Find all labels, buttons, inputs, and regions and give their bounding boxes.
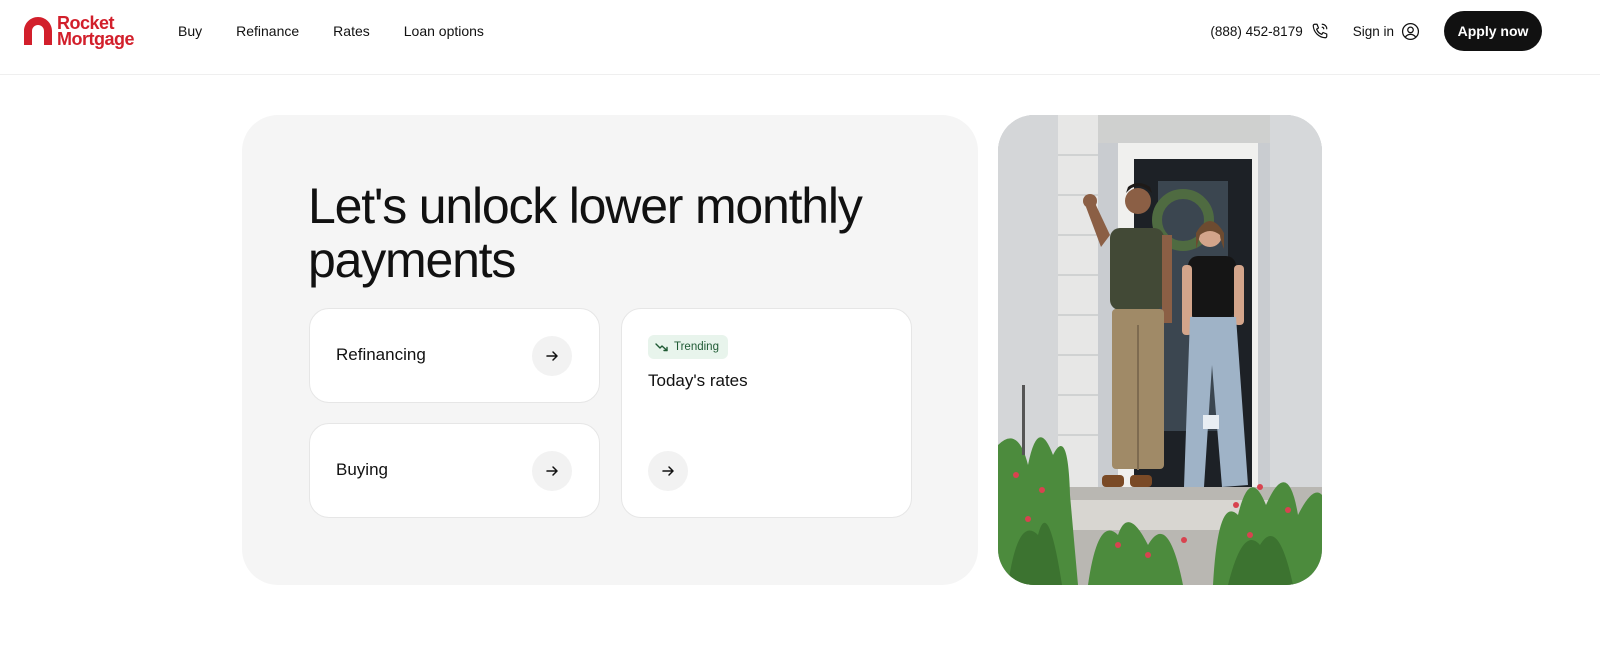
couple-at-front-door-photo bbox=[998, 115, 1322, 585]
trending-badge: Trending bbox=[648, 335, 728, 359]
sign-in-label: Sign in bbox=[1352, 23, 1394, 39]
arrow-right-icon bbox=[546, 466, 558, 476]
rocket-logo-icon bbox=[24, 17, 52, 45]
refinancing-card[interactable]: Refinancing bbox=[309, 308, 600, 403]
todays-rates-card[interactable]: Trending Today's rates bbox=[621, 308, 912, 518]
trending-down-icon bbox=[655, 343, 668, 352]
arrow-right-icon bbox=[546, 351, 558, 361]
main-nav: Buy Refinance Rates Loan options bbox=[178, 0, 518, 62]
hero-title: Let's unlock lower monthly payments bbox=[308, 178, 863, 288]
buying-arrow-button[interactable] bbox=[532, 451, 572, 491]
todays-rates-label: Today's rates bbox=[648, 371, 748, 390]
nav-item-rates[interactable]: Rates bbox=[333, 23, 370, 39]
nav-item-refinance[interactable]: Refinance bbox=[236, 23, 299, 39]
todays-rates-arrow-button[interactable] bbox=[648, 451, 688, 491]
phone-icon bbox=[1312, 23, 1328, 39]
nav-item-loan-options[interactable]: Loan options bbox=[404, 23, 484, 39]
brand-wordmark: Rocket Mortgage bbox=[57, 14, 135, 49]
arrow-right-icon bbox=[662, 466, 674, 476]
brand-line-2: Mortgage bbox=[57, 29, 135, 49]
phone-link[interactable]: (888) 452-8179 bbox=[1210, 22, 1328, 40]
phone-number: (888) 452-8179 bbox=[1210, 23, 1303, 39]
header-actions: (888) 452-8179 Sign in Apply now bbox=[1210, 11, 1542, 51]
nav-item-buy[interactable]: Buy bbox=[178, 23, 202, 39]
photo-illustration bbox=[998, 115, 1322, 585]
buying-card[interactable]: Buying bbox=[309, 423, 600, 518]
trending-badge-label: Trending bbox=[674, 341, 719, 353]
rocket-mortgage-logo[interactable]: Rocket Mortgage bbox=[22, 14, 135, 49]
sign-in-link[interactable]: Sign in bbox=[1353, 22, 1420, 41]
refinancing-label: Refinancing bbox=[336, 345, 426, 364]
buying-label: Buying bbox=[336, 460, 388, 479]
refinancing-arrow-button[interactable] bbox=[532, 336, 572, 376]
user-circle-icon bbox=[1401, 22, 1420, 40]
hero-panel: Let's unlock lower monthly payments Refi… bbox=[242, 115, 978, 585]
apply-now-button[interactable]: Apply now bbox=[1444, 11, 1542, 51]
site-header: Rocket Mortgage Buy Refinance Rates Loan… bbox=[0, 0, 1600, 75]
